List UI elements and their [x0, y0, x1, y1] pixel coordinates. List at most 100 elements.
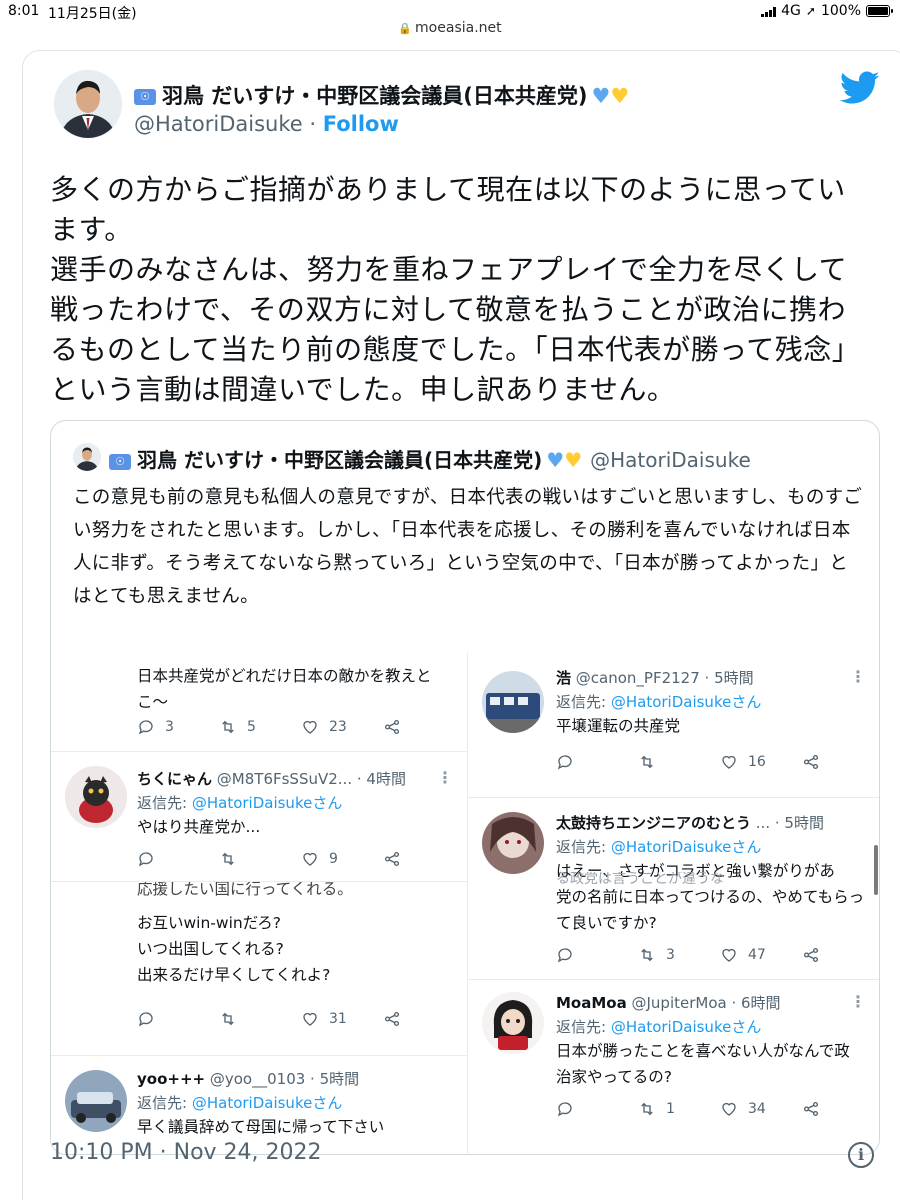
heart-icon	[303, 1012, 317, 1026]
quoted-name-text: 羽鳥 だいすけ・中野区議会議員(日本共産党)	[137, 448, 543, 472]
like-button[interactable]: 34	[720, 1100, 802, 1118]
share-button[interactable]	[802, 946, 879, 964]
more-icon[interactable]: ⋮	[437, 768, 453, 787]
avatar[interactable]	[54, 70, 122, 138]
handle[interactable]: @HatoriDaisuke	[134, 112, 303, 136]
status-bar: 8:01 11月25日(金) 4G ➚ 100%	[0, 0, 900, 22]
left-reply-2: ちくにゃん @M8T6FsSSuV2... · 4時間 ⋮ 返信先: @Hato…	[51, 752, 467, 877]
retweet-icon	[641, 755, 653, 769]
reply-actions: 16	[556, 753, 879, 771]
twitter-bird-icon[interactable]	[840, 70, 880, 106]
retweet-button[interactable]: 3	[638, 946, 720, 964]
handle-line: @HatoriDaisuke · Follow	[134, 112, 399, 136]
reply-prefix: 返信先:	[137, 1094, 188, 1112]
reply-count: 3	[165, 719, 174, 735]
lock-icon: 🔒	[398, 22, 413, 35]
reply-author-name: yoo+++	[137, 1070, 206, 1088]
reply-text: 日本が勝ったことを喜べない人がなんで政治家やってるの?	[556, 1042, 850, 1086]
share-button[interactable]	[383, 1010, 465, 1028]
status-right: 4G ➚ 100%	[761, 3, 893, 19]
retweet-count: 5	[247, 719, 256, 735]
more-icon[interactable]: ⋮	[850, 667, 866, 686]
retweet-button[interactable]	[219, 1010, 301, 1028]
hearts: ♥♥	[592, 84, 630, 108]
quoted-tweet[interactable]: ☉ 羽鳥 だいすけ・中野区議会議員(日本共産党) ♥♥ @HatoriDaisuke …	[50, 420, 880, 1155]
reply-to-line: 返信先: @HatoriDaisukeさん	[556, 836, 761, 857]
retweet-icon	[641, 1102, 653, 1116]
reply-meta: ... · 5時間	[755, 814, 824, 832]
share-button[interactable]	[383, 718, 465, 736]
scrollbar[interactable]	[874, 845, 878, 895]
share-button[interactable]	[802, 1100, 879, 1118]
reply-actions: 1 34	[556, 1100, 879, 1118]
reply-prefix: 返信先:	[137, 794, 188, 812]
reply-avatar	[482, 992, 544, 1054]
reply-to-handle[interactable]: @HatoriDaisukeさん	[611, 1018, 761, 1036]
retweet-button[interactable]	[638, 753, 720, 771]
reply-actions: 9	[137, 850, 465, 868]
share-button[interactable]	[802, 753, 879, 771]
reply-text-cut: 応援したい国に行ってくれる。	[137, 882, 353, 898]
reply-button[interactable]	[556, 753, 638, 771]
network-type: 4G	[781, 3, 801, 19]
share-icon	[803, 947, 819, 963]
comment-icon	[138, 720, 153, 735]
reply-prefix: 返信先:	[556, 838, 607, 856]
tweet-timestamp[interactable]: 10:10 PM · Nov 24, 2022	[50, 1140, 322, 1165]
like-button[interactable]: 31	[301, 1010, 383, 1028]
like-count: 23	[329, 719, 347, 735]
reply-button[interactable]: 3	[137, 718, 219, 736]
reply-to-handle[interactable]: @HatoriDaisukeさん	[611, 838, 761, 856]
more-icon[interactable]: ⋮	[850, 992, 866, 1011]
info-icon[interactable]: i	[848, 1142, 874, 1168]
quoted-display-name: ☉ 羽鳥 だいすけ・中野区議会議員(日本共産党) ♥♥ @HatoriDaisuke	[109, 444, 751, 473]
reply-meta: @M8T6FsSSuV2... · 4時間	[216, 770, 406, 788]
like-count: 9	[329, 851, 338, 867]
like-button[interactable]: 9	[301, 850, 383, 868]
follow-button[interactable]: Follow	[323, 112, 399, 136]
url-text: moeasia.net	[415, 20, 502, 36]
reply-author: 浩 @canon_PF2127 · 5時間	[556, 667, 754, 688]
reply-to-line: 返信先: @HatoriDaisukeさん	[137, 1092, 342, 1113]
signal-icon	[761, 6, 777, 17]
like-count: 31	[329, 1011, 347, 1027]
heart-icon	[722, 1102, 736, 1116]
comment-icon	[138, 1012, 153, 1027]
retweet-button[interactable]	[219, 850, 301, 868]
reply-text: 平壌運転の共産党	[556, 717, 681, 735]
share-icon	[384, 851, 400, 867]
reply-to-handle[interactable]: @HatoriDaisukeさん	[192, 1094, 342, 1112]
right-reply-2: 太鼓持ちエンジニアのむとう ... · 5時間 返信先: @HatoriDais…	[468, 798, 879, 978]
reply-button[interactable]	[137, 850, 219, 868]
like-button[interactable]: 23	[301, 718, 383, 736]
comment-icon	[557, 948, 572, 963]
replies-screenshot[interactable]: 日本共産党がどれだけ日本の敵かを教えとこ〜 3 5 23 ちくにゃん @M8T6…	[51, 653, 879, 1154]
share-button[interactable]	[383, 850, 465, 868]
reply-meta: @JupiterMoa · 6時間	[631, 994, 781, 1012]
retweet-button[interactable]: 5	[219, 718, 301, 736]
retweet-button[interactable]: 1	[638, 1100, 720, 1118]
like-button[interactable]: 47	[720, 946, 802, 964]
reply-button[interactable]	[556, 946, 638, 964]
display-name[interactable]: ☉ 羽鳥 だいすけ・中野区議会議員(日本共産党) ♥♥	[134, 80, 629, 110]
left-reply-1: 日本共産党がどれだけ日本の敵かを教えとこ〜 3 5 23	[51, 653, 467, 741]
reply-to-line: 返信先: @HatoriDaisukeさん	[556, 1016, 761, 1037]
reply-to-handle[interactable]: @HatoriDaisukeさん	[192, 794, 342, 812]
reply-button[interactable]	[556, 1100, 638, 1118]
reply-button[interactable]	[137, 1010, 219, 1028]
reply-text: やはり共産党か...	[137, 818, 261, 836]
reply-author-name: MoaMoa	[556, 994, 627, 1012]
tweet-text: 多くの方からご指摘がありまして現在は以下のように思っています。 選手のみなさんは…	[50, 173, 861, 406]
reply-author-name: ちくにゃん	[137, 770, 213, 788]
reply-meta: @yoo__0103 · 5時間	[209, 1070, 360, 1088]
share-icon	[384, 719, 400, 735]
heart-icon	[303, 720, 317, 734]
reply-avatar	[65, 766, 127, 828]
reply-to-line: 返信先: @HatoriDaisukeさん	[556, 691, 761, 712]
reply-author: yoo+++ @yoo__0103 · 5時間	[137, 1068, 359, 1089]
url-bar[interactable]: 🔒 moeasia.net	[0, 20, 900, 36]
retweet-icon	[222, 852, 234, 866]
reply-to-handle[interactable]: @HatoriDaisukeさん	[611, 693, 761, 711]
like-button[interactable]: 16	[720, 753, 802, 771]
reply-actions: 3 47	[556, 946, 879, 964]
